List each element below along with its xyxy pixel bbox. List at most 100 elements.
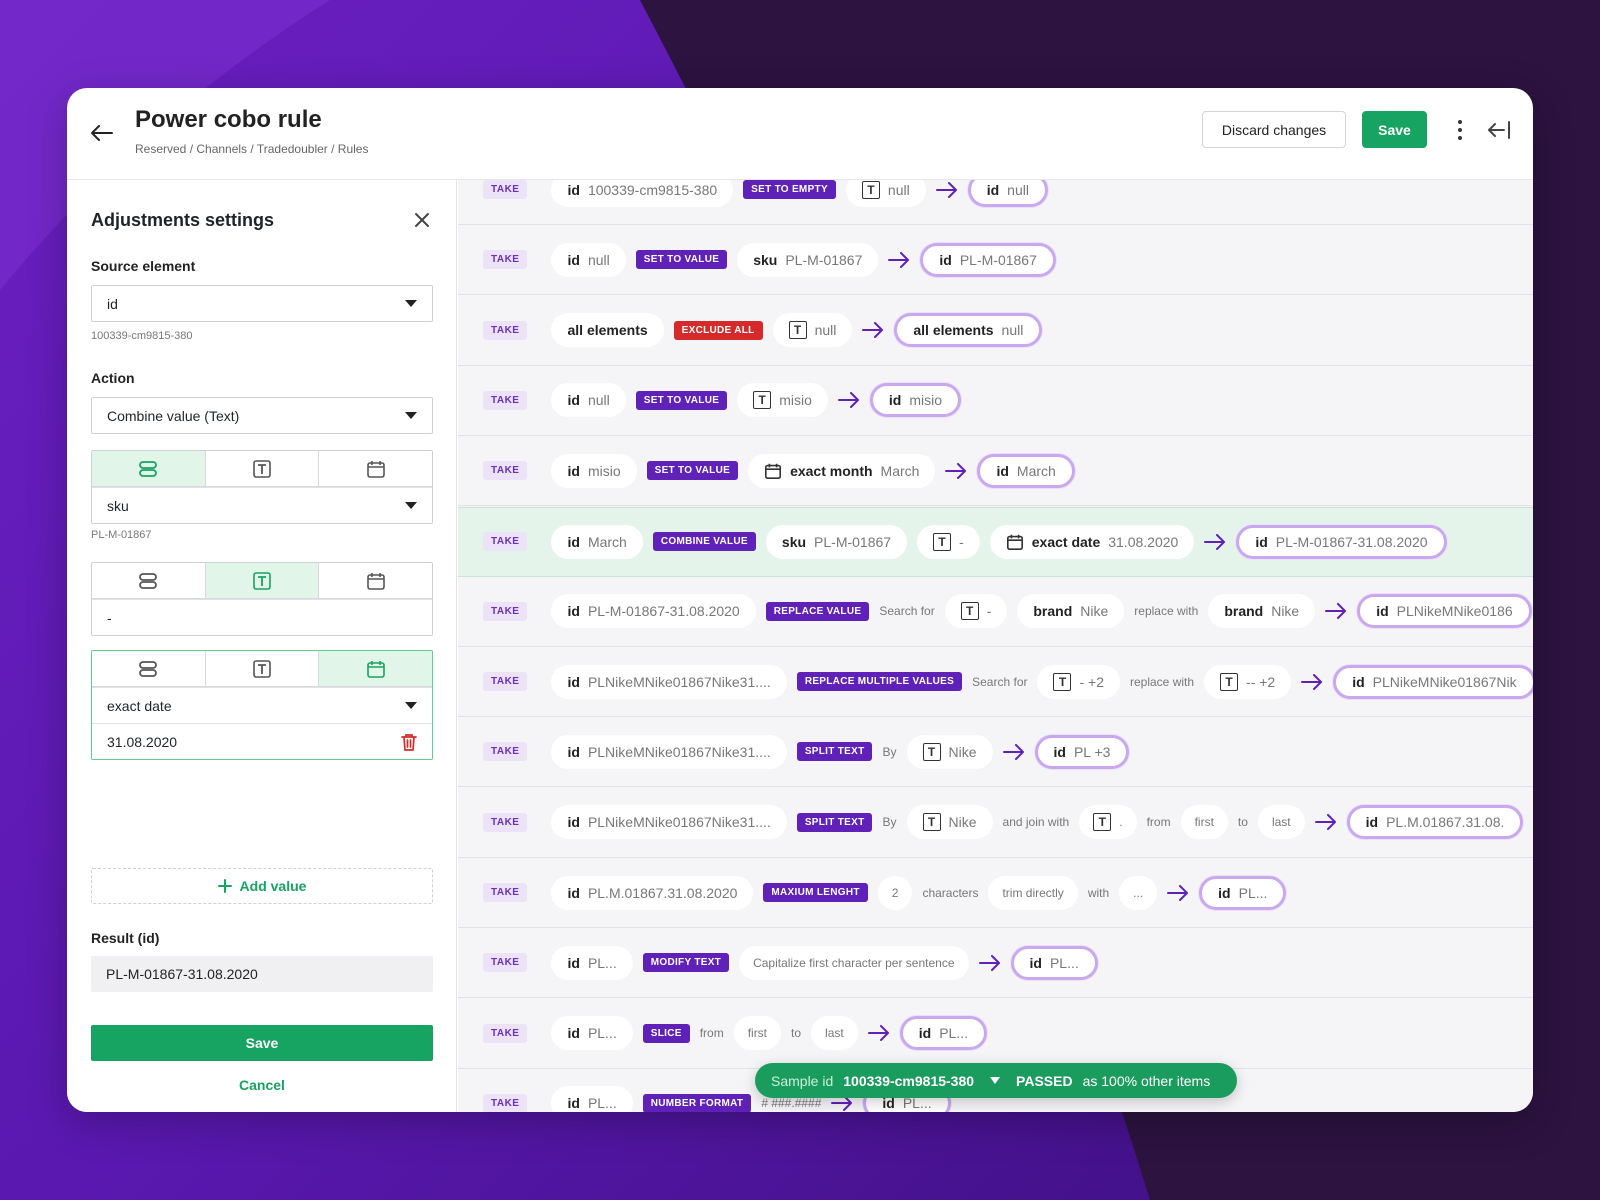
group-2-input[interactable]: - <box>92 599 432 635</box>
rule-row[interactable]: TAKE id PLNikeMNike01867Nike31.... SPLIT TE… <box>458 717 1533 788</box>
result-pill[interactable]: id March <box>977 453 1075 488</box>
tab-text[interactable] <box>205 563 320 598</box>
value-pill[interactable]: trim directly <box>988 875 1078 910</box>
result-pill[interactable]: id PL-M-01867 <box>920 242 1056 277</box>
result-pill[interactable]: id PL... <box>1199 875 1287 910</box>
tab-element[interactable] <box>92 651 206 686</box>
rule-row[interactable]: TAKE id misio SET TO VALUE exact month March i… <box>458 436 1533 507</box>
action-badge[interactable]: MAXIUM LENGHT <box>763 883 868 902</box>
action-badge[interactable]: EXCLUDE ALL <box>673 320 763 340</box>
action-badge[interactable]: SET TO VALUE <box>635 250 728 270</box>
tab-date[interactable] <box>319 563 432 598</box>
tab-date[interactable] <box>319 651 433 686</box>
value-pill[interactable]: Tmisio <box>737 383 828 418</box>
rule-row[interactable]: TAKE id PLNikeMNike01867Nike31.... REPLACE … <box>458 647 1533 718</box>
source-pill[interactable]: id null <box>551 383 626 418</box>
tab-element[interactable] <box>92 563 206 598</box>
action-badge[interactable]: NUMBER FORMAT <box>642 1093 752 1112</box>
action-select[interactable]: Combine value (Text) <box>91 397 433 434</box>
rule-row[interactable]: TAKE id PLNikeMNike01867Nike31.... SPLIT TE… <box>458 788 1533 858</box>
tab-text[interactable] <box>206 451 320 486</box>
action-badge[interactable]: SLICE <box>642 1023 690 1043</box>
value-pill[interactable]: T - +2 <box>1037 664 1120 699</box>
source-pill[interactable]: id PL... <box>551 1016 633 1051</box>
close-icon[interactable] <box>412 210 432 230</box>
result-pill[interactable]: id PLNikeMNike01867Nik <box>1333 664 1533 699</box>
value-pill[interactable]: brand Nike <box>1208 594 1316 629</box>
value-pill[interactable]: last <box>1257 805 1305 840</box>
breadcrumb[interactable]: Reserved / Channels / Tradedoubler / Rul… <box>135 142 368 156</box>
rule-row[interactable]: TAKE id null SET TO VALUE sku PL-M-01867 id PL-… <box>458 225 1533 296</box>
source-pill[interactable]: id null <box>551 242 626 277</box>
rule-row[interactable]: TAKE id PL... MODIFY TEXT Capitalize first c… <box>458 928 1533 999</box>
source-pill[interactable]: id PLNikeMNike01867Nike31.... <box>551 664 787 699</box>
result-pill[interactable]: id PL-M-01867-31.08.2020 <box>1236 524 1447 559</box>
value-pill[interactable]: sku PL-M-01867 <box>737 242 879 277</box>
action-badge[interactable]: COMBINE VALUE <box>652 532 756 551</box>
back-arrow-icon[interactable] <box>87 118 117 148</box>
source-pill[interactable]: all elements <box>551 313 664 348</box>
result-pill[interactable]: id PL.M.01867.31.08. <box>1346 805 1524 840</box>
result-pill[interactable]: id PL +3 <box>1034 734 1130 769</box>
result-pill[interactable]: id null <box>967 180 1048 207</box>
rule-row[interactable]: TAKE id March COMBINE VALUE sku PL-M-01867 T - e… <box>458 506 1533 577</box>
tab-date[interactable] <box>319 451 432 486</box>
rule-row[interactable]: TAKE all elements EXCLUDE ALL Tnull all elem… <box>458 296 1533 366</box>
sample-dropdown-icon[interactable] <box>990 1077 1001 1084</box>
add-value-button[interactable]: Add value <box>91 868 433 904</box>
more-options-icon[interactable] <box>1450 116 1470 144</box>
value-pill[interactable]: first <box>1180 805 1228 840</box>
action-badge[interactable]: MODIFY TEXT <box>642 953 730 973</box>
value-pill[interactable]: T- <box>944 594 1008 629</box>
action-badge[interactable]: SET TO EMPTY <box>743 180 836 199</box>
rule-row[interactable]: TAKE id null SET TO VALUE Tmisio id misio <box>458 366 1533 436</box>
delete-icon[interactable] <box>401 733 417 751</box>
group-3-select[interactable]: exact date <box>92 687 432 723</box>
action-badge[interactable]: SET TO VALUE <box>635 390 728 410</box>
source-pill[interactable]: id March <box>551 524 643 559</box>
value-pill[interactable]: last <box>811 1016 858 1051</box>
tab-text[interactable] <box>206 651 320 686</box>
result-pill[interactable]: id PLNikeMNike0186 <box>1357 594 1532 629</box>
value-pill[interactable]: Tnull <box>845 180 926 207</box>
source-pill[interactable]: id PL-M-01867-31.08.2020 <box>551 594 756 629</box>
date-input[interactable]: 31.08.2020 <box>92 723 432 759</box>
source-pill[interactable]: id PL... <box>551 1086 633 1112</box>
source-pill[interactable]: id PL... <box>551 945 633 980</box>
result-pill[interactable]: all elements null <box>894 313 1043 348</box>
value-pill[interactable]: brand Nike <box>1017 594 1125 629</box>
cancel-button[interactable]: Cancel <box>91 1070 433 1100</box>
value-pill[interactable]: Tnull <box>772 313 853 348</box>
value-pill[interactable]: T. <box>1079 805 1137 840</box>
source-pill[interactable]: id PLNikeMNike01867Nike31.... <box>551 734 787 769</box>
rule-row[interactable]: TAKE id PL... SLICE from first to last id PL... <box>458 999 1533 1069</box>
save-button[interactable]: Save <box>1362 111 1427 148</box>
value-pill[interactable]: 2 <box>877 875 913 910</box>
collapse-panel-icon[interactable] <box>1485 116 1513 144</box>
action-badge[interactable]: SPLIT TEXT <box>796 812 873 832</box>
value-pill[interactable]: Capitalize first character per sentence <box>739 945 969 980</box>
source-element-select[interactable]: id <box>91 285 433 322</box>
source-pill[interactable]: id misio <box>551 453 637 488</box>
discard-changes-button[interactable]: Discard changes <box>1202 111 1346 148</box>
value-pill[interactable]: first <box>733 1016 782 1051</box>
result-pill[interactable]: id PL... <box>899 1016 987 1051</box>
value-pill[interactable]: exact month March <box>748 453 936 488</box>
action-badge[interactable]: REPLACE VALUE <box>765 601 870 621</box>
action-badge[interactable]: REPLACE MULTIPLE VALUES <box>796 672 963 692</box>
source-pill[interactable]: id PLNikeMNike01867Nike31.... <box>551 805 787 840</box>
action-badge[interactable]: SET TO VALUE <box>646 461 739 481</box>
value-pill[interactable]: sku PL-M-01867 <box>765 524 908 559</box>
tab-element[interactable] <box>92 451 206 486</box>
source-pill[interactable]: id 100339-cm9815-380 <box>551 180 734 207</box>
value-pill[interactable]: T -- +2 <box>1204 664 1292 699</box>
rule-row[interactable]: TAKE id 100339-cm9815-380 SET TO EMPTY Tnull… <box>458 180 1533 225</box>
action-badge[interactable]: SPLIT TEXT <box>796 742 873 762</box>
rule-row[interactable]: TAKE id PL.M.01867.31.08.2020 MAXIUM LENGHT… <box>458 858 1533 928</box>
value-pill[interactable]: exact date 31.08.2020 <box>989 524 1195 559</box>
rule-row[interactable]: TAKE id PL-M-01867-31.08.2020 REPLACE VALUE… <box>458 577 1533 647</box>
value-pill[interactable]: T- <box>917 524 980 559</box>
value-pill[interactable]: T Nike <box>906 734 993 769</box>
result-pill[interactable]: id PL... <box>1010 945 1098 980</box>
sidebar-save-button[interactable]: Save <box>91 1025 433 1061</box>
